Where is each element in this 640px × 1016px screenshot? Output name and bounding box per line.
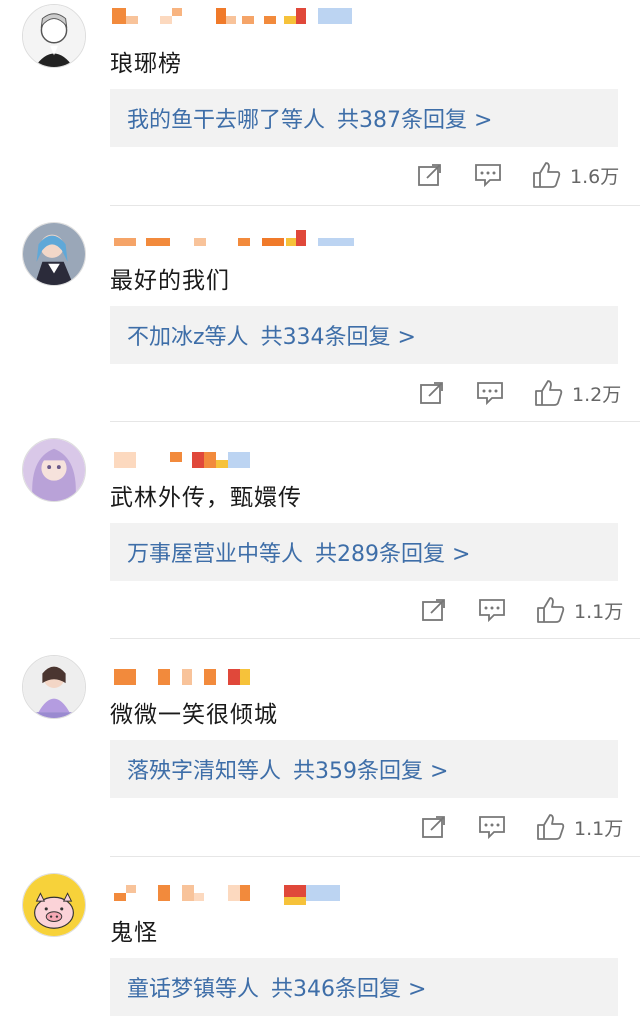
share-icon [420,382,443,404]
comment-item: 武林外传，甄嬛传 万事屋营业中等人 共289条回复 > 1.1万 [0,422,640,638]
action-bar: 1.2万 [0,378,640,408]
comment-item: 最好的我们 不加冰z等人 共334条回复 > 1.2万 [0,206,640,421]
reply-summary[interactable]: 童话梦镇等人 共346条回复 > [110,958,618,1016]
reply-users[interactable]: 不加冰z等人 [127,319,249,351]
avatar[interactable] [22,655,86,719]
comment-icon [475,164,501,188]
reply-users[interactable]: 万事屋营业中等人 [127,536,303,568]
share-button[interactable] [421,812,447,842]
comment-item: 鬼怪 童话梦镇等人 共346条回复 > [0,857,640,1016]
like-button[interactable]: 1.6万 [532,160,619,190]
reply-users[interactable]: 童话梦镇等人 [127,971,259,1003]
share-icon [418,164,441,186]
comment-text: 武林外传，甄嬛传 [110,485,302,511]
comment-icon [477,382,503,406]
reply-summary[interactable]: 我的鱼干去哪了等人 共387条回复 > [110,89,618,147]
comment-button[interactable] [478,812,506,842]
reply-count[interactable]: 共289条回复 > [315,536,470,568]
avatar[interactable] [22,222,86,286]
comment-item: 微微一笑很倾城 落殃字清知等人 共359条回复 > 1.1万 [0,639,640,856]
reply-users[interactable]: 落殃字清知等人 [127,753,281,785]
reply-count[interactable]: 共387条回复 > [337,102,492,134]
reply-count[interactable]: 共334条回复 > [261,319,416,351]
action-bar: 1.1万 [0,595,640,625]
reply-summary[interactable]: 落殃字清知等人 共359条回复 > [110,740,618,798]
thumbs-up-icon [535,380,563,406]
share-button[interactable] [417,160,443,190]
like-button[interactable]: 1.1万 [536,595,623,625]
like-count: 1.1万 [574,600,624,623]
like-count: 1.2万 [572,383,622,406]
comment-button[interactable] [474,160,502,190]
reply-count[interactable]: 共359条回复 > [293,753,448,785]
action-bar: 1.6万 [0,160,640,190]
username-mosaic[interactable] [112,230,362,246]
comment-icon [479,599,505,623]
comment-icon [479,816,505,840]
comment-button[interactable] [476,378,504,408]
thumbs-up-icon [533,162,561,188]
comment-text: 微微一笑很倾城 [110,702,278,728]
share-button[interactable] [419,378,445,408]
reply-count[interactable]: 共346条回复 > [271,971,426,1003]
share-icon [422,599,445,621]
thumbs-up-icon [537,814,565,840]
username-mosaic[interactable] [112,669,362,685]
share-icon [422,816,445,838]
thumbs-up-icon [537,597,565,623]
like-button[interactable]: 1.1万 [536,812,623,842]
comment-text: 最好的我们 [110,268,230,294]
avatar[interactable] [22,4,86,68]
username-mosaic[interactable] [112,452,362,468]
comment-text: 鬼怪 [110,920,158,946]
reply-summary[interactable]: 万事屋营业中等人 共289条回复 > [110,523,618,581]
comment-item: 琅琊榜 我的鱼干去哪了等人 共387条回复 > 1.6万 [0,0,640,205]
share-button[interactable] [421,595,447,625]
comment-button[interactable] [478,595,506,625]
reply-summary[interactable]: 不加冰z等人 共334条回复 > [110,306,618,364]
like-count: 1.6万 [570,165,620,188]
username-mosaic[interactable] [112,885,362,905]
action-bar: 1.1万 [0,812,640,842]
reply-users[interactable]: 我的鱼干去哪了等人 [127,102,325,134]
avatar[interactable] [22,438,86,502]
username-mosaic[interactable] [112,8,362,24]
like-count: 1.1万 [574,817,624,840]
like-button[interactable]: 1.2万 [534,378,621,408]
avatar[interactable] [22,873,86,937]
comment-text: 琅琊榜 [110,51,182,77]
